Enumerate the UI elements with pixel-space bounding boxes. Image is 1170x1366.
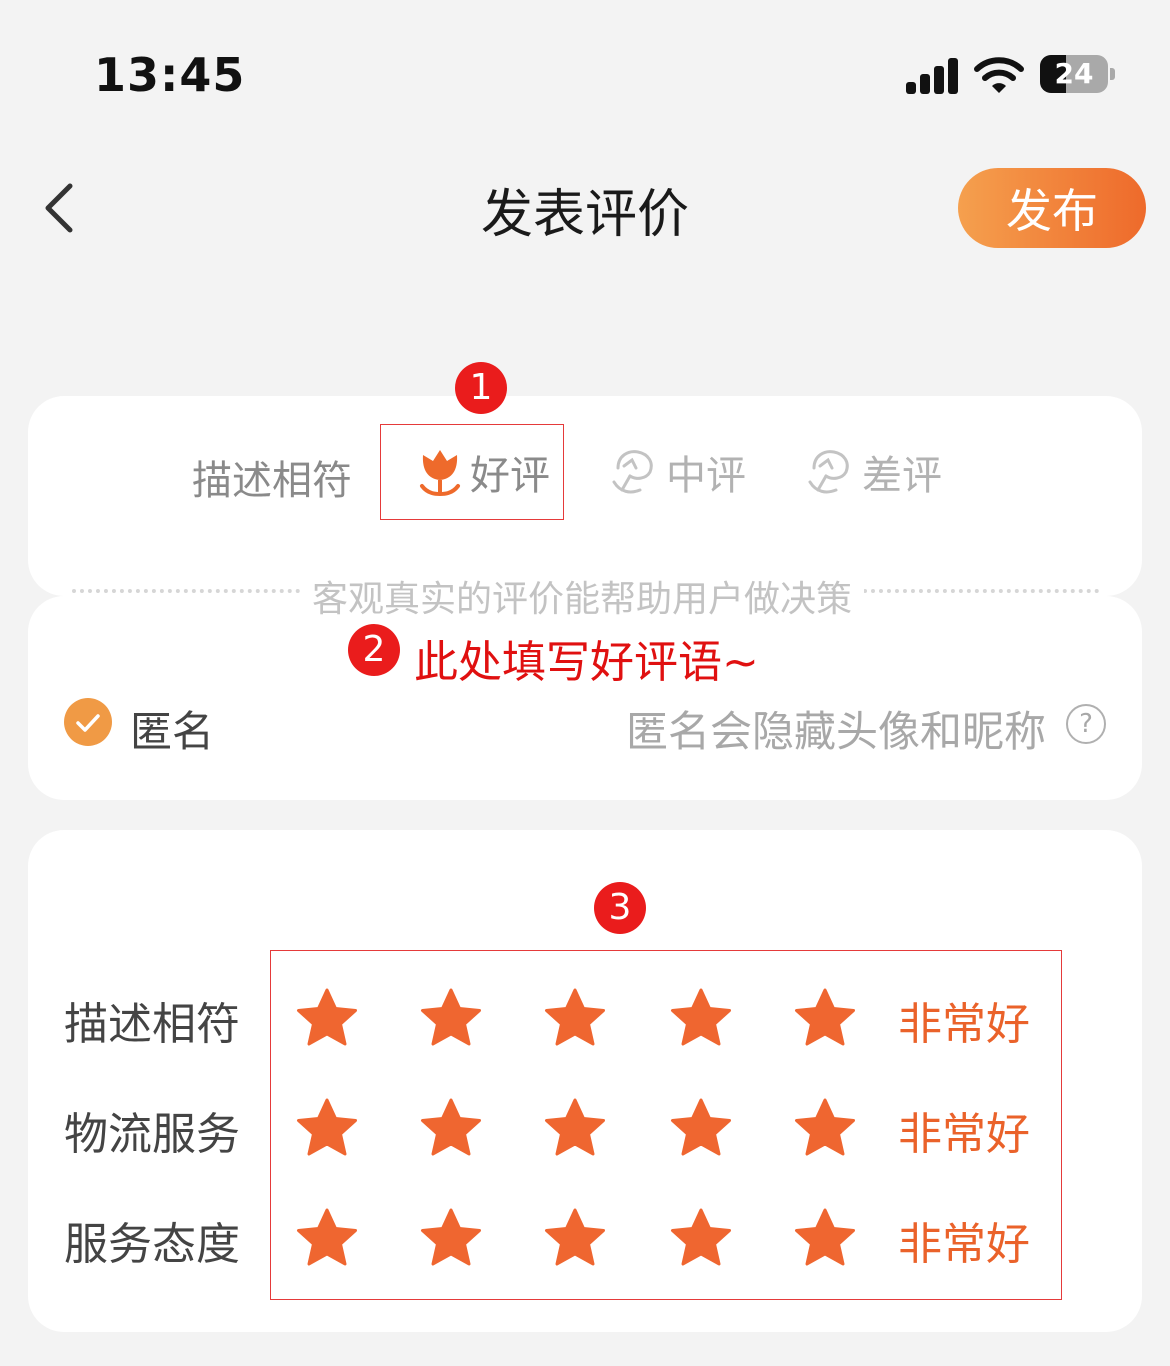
star-icon[interactable] bbox=[668, 986, 734, 1052]
star-icon[interactable] bbox=[542, 1206, 608, 1272]
comment-hint: 客观真实的评价能帮助用户做决策 bbox=[300, 570, 865, 622]
star-icon[interactable] bbox=[294, 986, 360, 1052]
cellular-signal-icon bbox=[906, 58, 958, 94]
option-bad-label: 差评 bbox=[862, 453, 942, 499]
star-icon[interactable] bbox=[418, 1096, 484, 1162]
option-neutral-label: 中评 bbox=[666, 453, 746, 499]
rating-row: 物流服务 非常好 bbox=[0, 1086, 1170, 1166]
annotation-badge-2: 2 bbox=[348, 624, 400, 676]
annotation-badge-3: 3 bbox=[594, 882, 646, 934]
star-icon[interactable] bbox=[668, 1096, 734, 1162]
faded-flower-icon bbox=[612, 450, 653, 494]
star-icon[interactable] bbox=[418, 1206, 484, 1272]
star-icon[interactable] bbox=[668, 1206, 734, 1272]
wifi-icon bbox=[974, 57, 1024, 93]
rating-label: 描述相符 bbox=[64, 999, 240, 1050]
battery-level: 24 bbox=[1054, 57, 1094, 90]
publish-button[interactable]: 发布 bbox=[958, 168, 1146, 248]
rating-label: 物流服务 bbox=[64, 1109, 240, 1160]
battery-cap bbox=[1110, 68, 1115, 80]
wilted-flower-icon bbox=[808, 450, 849, 494]
review-type-label: 描述相符 bbox=[192, 458, 352, 504]
star-icon[interactable] bbox=[542, 1096, 608, 1162]
option-bad-review[interactable]: 差评 bbox=[806, 444, 942, 500]
rating-text: 非常好 bbox=[898, 999, 1030, 1050]
selected-option-highlight bbox=[380, 424, 564, 520]
anonymous-checkbox[interactable] bbox=[64, 698, 112, 746]
comment-placeholder[interactable]: 此处填写好评语~ bbox=[414, 626, 759, 690]
battery-icon: 24 bbox=[1040, 55, 1108, 93]
rating-row: 服务态度 非常好 bbox=[0, 1196, 1170, 1276]
annotation-badge-1: 1 bbox=[455, 362, 507, 414]
option-neutral-review[interactable]: 中评 bbox=[610, 444, 746, 500]
star-icon[interactable] bbox=[542, 986, 608, 1052]
star-icon[interactable] bbox=[418, 986, 484, 1052]
rating-label: 服务态度 bbox=[64, 1219, 240, 1270]
help-icon[interactable]: ? bbox=[1066, 704, 1106, 744]
checkmark-icon bbox=[76, 714, 100, 732]
rating-text: 非常好 bbox=[898, 1219, 1030, 1270]
anonymous-hint: 匿名会隐藏头像和昵称 bbox=[626, 707, 1047, 756]
rating-row: 描述相符 非常好 bbox=[0, 976, 1170, 1056]
anonymous-label: 匿名 bbox=[130, 707, 215, 756]
star-icon[interactable] bbox=[792, 1096, 858, 1162]
rating-text: 非常好 bbox=[898, 1109, 1030, 1160]
star-icon[interactable] bbox=[294, 1096, 360, 1162]
star-icon[interactable] bbox=[294, 1206, 360, 1272]
star-icon[interactable] bbox=[792, 1206, 858, 1272]
star-icon[interactable] bbox=[792, 986, 858, 1052]
status-time: 13:45 bbox=[94, 48, 246, 102]
